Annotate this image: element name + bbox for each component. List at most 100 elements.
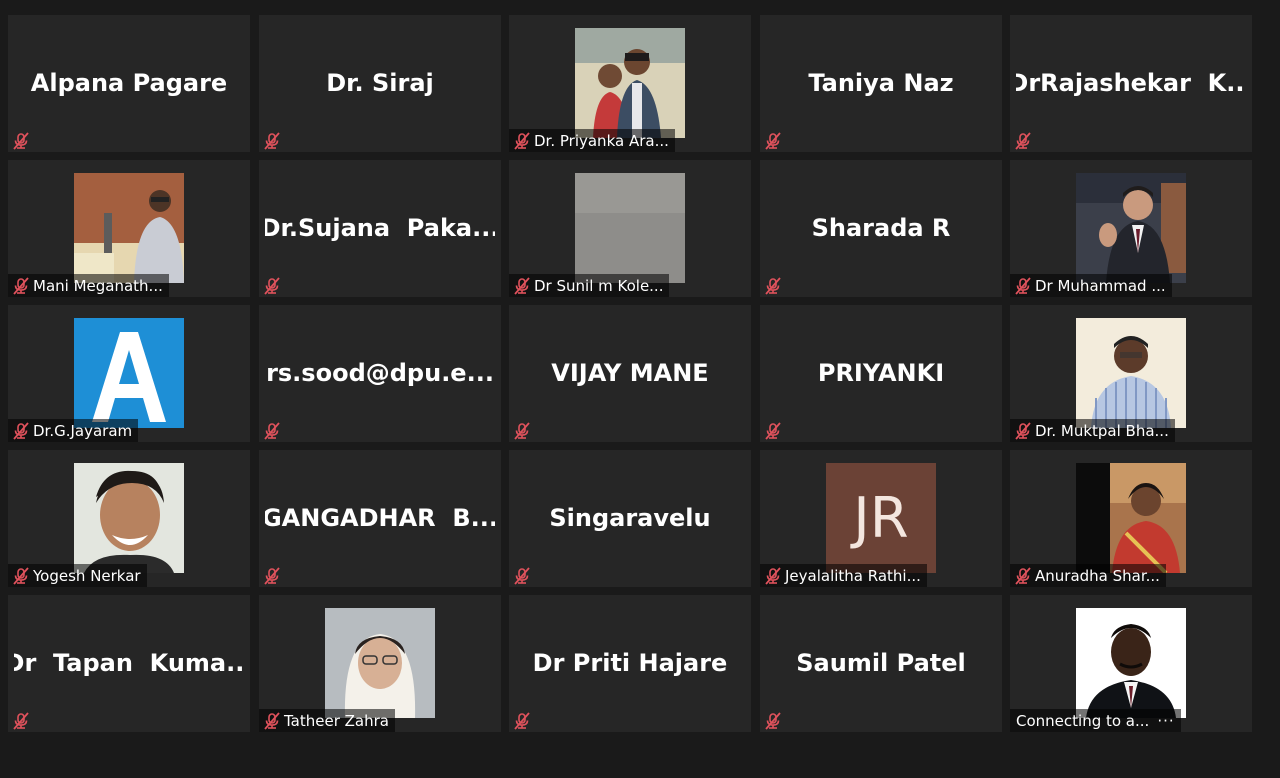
participant-label: Dr. Muktpal Bha... xyxy=(1010,419,1175,442)
participant-label: Connecting to a... ··· xyxy=(1010,709,1181,732)
participant-video xyxy=(1076,173,1186,283)
participant-label xyxy=(1010,129,1041,152)
muted-mic-icon xyxy=(8,709,33,732)
muted-mic-icon xyxy=(1010,129,1035,152)
participant-label: Anuradha Shar... xyxy=(1010,564,1166,587)
muted-mic-icon xyxy=(1010,564,1035,587)
participant-tile[interactable]: Dr Muhammad ... xyxy=(1010,160,1252,297)
participant-label: Dr Muhammad ... xyxy=(1010,274,1172,297)
muted-mic-icon xyxy=(760,274,785,297)
muted-mic-icon xyxy=(259,564,284,587)
participant-label: Dr. Priyanka Ara... xyxy=(509,129,675,152)
participant-video xyxy=(1076,463,1186,573)
participant-name-large: Taniya Naz xyxy=(808,68,954,97)
participant-label xyxy=(509,564,540,587)
muted-mic-icon xyxy=(509,419,534,442)
muted-mic-icon xyxy=(259,419,284,442)
muted-mic-icon xyxy=(760,709,785,732)
participant-name: Mani Meganath... xyxy=(33,276,163,295)
participant-label xyxy=(259,129,290,152)
muted-mic-icon xyxy=(760,129,785,152)
participant-tile[interactable]: Dr. Muktpal Bha... xyxy=(1010,305,1252,442)
participant-label xyxy=(259,564,290,587)
participant-tile[interactable]: Dr Tapan Kuma... xyxy=(8,595,250,732)
participant-name: Dr Muhammad ... xyxy=(1035,276,1166,295)
muted-mic-icon xyxy=(509,129,534,152)
participant-name: Dr. Muktpal Bha... xyxy=(1035,421,1169,440)
participant-tile[interactable]: Taniya Naz xyxy=(760,15,1002,152)
participant-name: Dr.G.Jayaram xyxy=(33,421,133,440)
participant-name-large: rs.sood@dpu.e... xyxy=(266,358,494,387)
participant-label: Yogesh Nerkar xyxy=(8,564,147,587)
muted-mic-icon xyxy=(259,709,284,732)
participant-video xyxy=(575,28,685,138)
participant-name-large: Saumil Patel xyxy=(796,648,966,677)
participant-name: Connecting to a... xyxy=(1016,711,1150,730)
participant-tile[interactable]: Connecting to a... ··· xyxy=(1010,595,1252,732)
participant-name: Yogesh Nerkar xyxy=(33,566,141,585)
muted-mic-icon xyxy=(509,564,534,587)
video-gallery-grid: Alpana Pagare Dr. Siraj Dr. Priyanka Ara… xyxy=(8,15,1253,732)
participant-video xyxy=(1076,318,1186,428)
loading-dots-icon: ··· xyxy=(1157,711,1175,730)
muted-mic-icon xyxy=(8,129,33,152)
muted-mic-icon xyxy=(259,274,284,297)
participant-label xyxy=(760,274,791,297)
participant-tile[interactable]: Anuradha Shar... xyxy=(1010,450,1252,587)
muted-mic-icon xyxy=(509,709,534,732)
participant-name-large: Dr Tapan Kuma... xyxy=(14,648,244,677)
participant-tile[interactable]: JR Jeyalalitha Rathi... xyxy=(760,450,1002,587)
participant-tile[interactable]: Dr Sunil m Kole... xyxy=(509,160,751,297)
participant-name: Dr Sunil m Kole... xyxy=(534,276,664,295)
participant-tile[interactable]: Saumil Patel xyxy=(760,595,1002,732)
participant-label xyxy=(259,419,290,442)
participant-tile[interactable]: DrRajashekar K... xyxy=(1010,15,1252,152)
muted-mic-icon xyxy=(8,274,33,297)
participant-name: Tatheer Zahra xyxy=(284,711,389,730)
participant-label xyxy=(760,419,791,442)
participant-label: Dr.G.Jayaram xyxy=(8,419,139,442)
participant-name: Anuradha Shar... xyxy=(1035,566,1160,585)
muted-mic-icon xyxy=(760,564,785,587)
participant-name-large: Dr Priti Hajare xyxy=(532,648,728,677)
muted-mic-icon xyxy=(1010,274,1035,297)
muted-mic-icon xyxy=(509,274,534,297)
participant-tile[interactable]: PRIYANKI xyxy=(760,305,1002,442)
participant-name-large: Singaravelu xyxy=(549,503,711,532)
participant-label: Jeyalalitha Rathi... xyxy=(760,564,927,587)
participant-tile[interactable]: Tatheer Zahra xyxy=(259,595,501,732)
participant-tile[interactable]: Dr. Priyanka Ara... xyxy=(509,15,751,152)
participant-video xyxy=(325,608,435,718)
participant-name-large: DrRajashekar K... xyxy=(1016,68,1246,97)
participant-tile[interactable]: Dr.Sujana Paka... xyxy=(259,160,501,297)
participant-label xyxy=(760,709,791,732)
participant-label: Dr Sunil m Kole... xyxy=(509,274,670,297)
participant-video xyxy=(74,173,184,283)
participant-label xyxy=(8,709,39,732)
muted-mic-icon xyxy=(8,564,33,587)
participant-tile[interactable]: Mani Meganath... xyxy=(8,160,250,297)
participant-tile[interactable]: Sharada R xyxy=(760,160,1002,297)
participant-tile[interactable]: Dr.G.Jayaram xyxy=(8,305,250,442)
participant-tile[interactable]: VIJAY MANE xyxy=(509,305,751,442)
participant-name-large: GANGADHAR B... xyxy=(265,503,495,532)
muted-mic-icon xyxy=(259,129,284,152)
participant-tile[interactable]: Alpana Pagare xyxy=(8,15,250,152)
participant-name-large: PRIYANKI xyxy=(817,358,945,387)
participant-video xyxy=(1076,608,1186,718)
participant-name-large: VIJAY MANE xyxy=(551,358,709,387)
participant-name-large: Dr.Sujana Paka... xyxy=(265,213,495,242)
participant-tile[interactable]: Singaravelu xyxy=(509,450,751,587)
participant-name-large: Sharada R xyxy=(811,213,951,242)
participant-label xyxy=(8,129,39,152)
participant-label xyxy=(259,274,290,297)
participant-tile[interactable]: rs.sood@dpu.e... xyxy=(259,305,501,442)
participant-tile[interactable]: GANGADHAR B... xyxy=(259,450,501,587)
participant-name: Dr. Priyanka Ara... xyxy=(534,131,669,150)
participant-tile[interactable]: Yogesh Nerkar xyxy=(8,450,250,587)
participant-tile[interactable]: Dr Priti Hajare xyxy=(509,595,751,732)
participant-name-large: Alpana Pagare xyxy=(30,68,228,97)
participant-tile[interactable]: Dr. Siraj xyxy=(259,15,501,152)
muted-mic-icon xyxy=(1010,419,1035,442)
participant-video xyxy=(74,463,184,573)
